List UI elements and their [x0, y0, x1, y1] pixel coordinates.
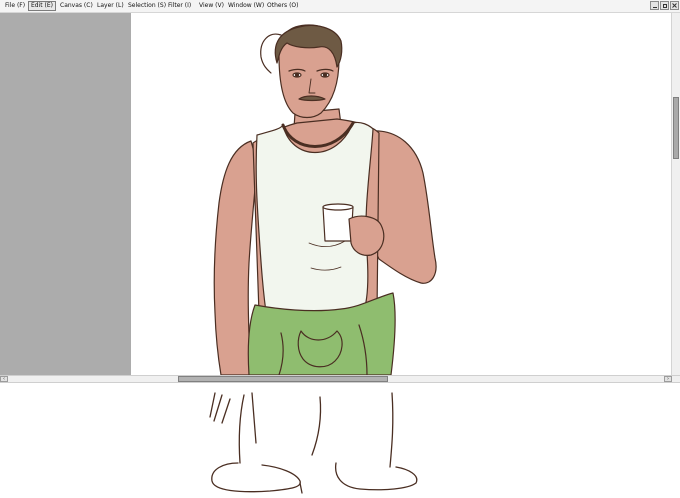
right-hand [348, 215, 385, 256]
scroll-left-icon[interactable]: ‹ [0, 376, 8, 382]
menu-canvas[interactable]: Canvas (C) [58, 1, 95, 11]
lower-canvas-view [0, 383, 680, 498]
menu-file[interactable]: File (F) [3, 1, 27, 11]
menu-selection[interactable]: Selection (S) [126, 1, 168, 11]
minimize-icon[interactable] [650, 1, 659, 10]
restore-icon[interactable] [660, 1, 669, 10]
menu-edit[interactable]: Edit (E) [28, 1, 56, 11]
character-illustration [213, 24, 437, 375]
horizontal-scroll-thumb[interactable] [178, 376, 388, 382]
right-arm [370, 130, 437, 284]
menu-bar: File (F) Edit (E) Canvas (C) Layer (L) S… [0, 0, 680, 13]
coffee-mug [322, 206, 354, 242]
menu-filter[interactable]: Filter (I) [166, 1, 193, 11]
horizontal-scrollbar[interactable]: ‹ › [0, 375, 680, 383]
workspace-gray-area [0, 13, 131, 375]
menu-window[interactable]: Window (W) [226, 1, 266, 11]
drawing-canvas[interactable] [131, 13, 671, 375]
menu-view[interactable]: View (V) [197, 1, 226, 11]
legs-lineart [209, 392, 418, 494]
close-icon[interactable] [670, 1, 679, 10]
vertical-scrollbar[interactable] [671, 13, 680, 375]
menu-layer[interactable]: Layer (L) [95, 1, 126, 11]
vertical-scroll-thumb[interactable] [673, 97, 679, 159]
scroll-right-icon[interactable]: › [664, 376, 672, 382]
menu-others[interactable]: Others (O) [265, 1, 300, 11]
